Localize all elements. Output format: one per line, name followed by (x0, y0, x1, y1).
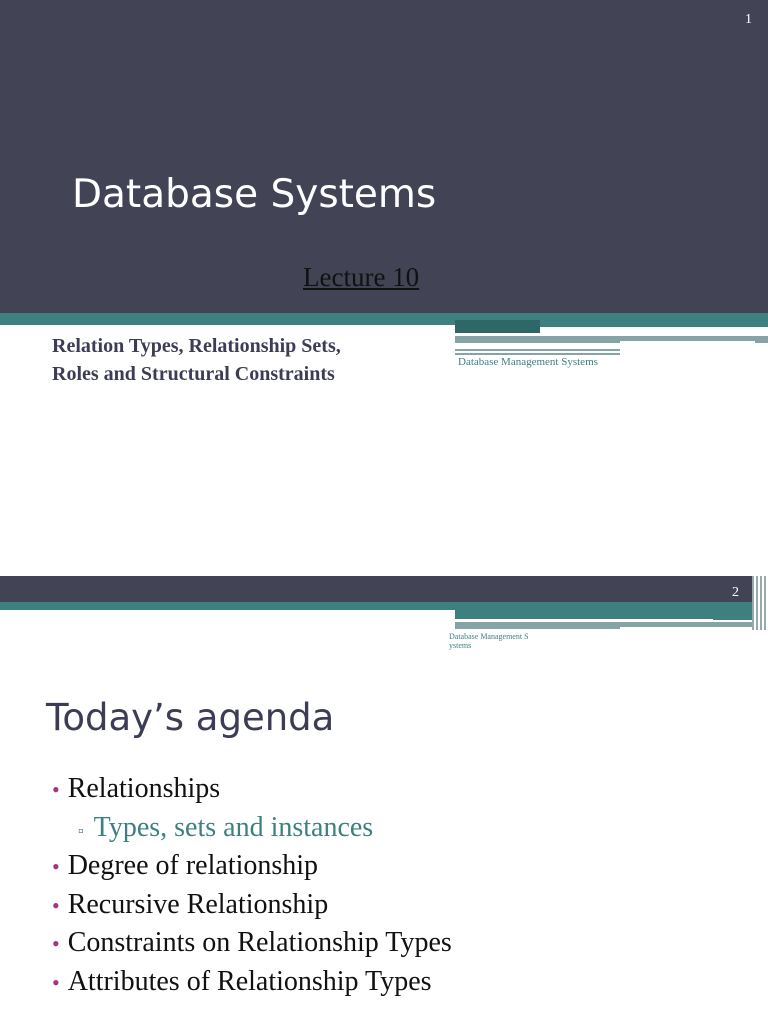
stripe (455, 353, 620, 355)
edge-stripes (752, 576, 768, 630)
stripe (620, 341, 755, 344)
subtitle-line: Roles and Structural Constraints (52, 363, 335, 385)
teal-band-right (538, 313, 768, 327)
footer-line: ystems (449, 641, 472, 650)
bullet-icon: • (52, 854, 60, 879)
bullet-item: • Attributes of Relationship Types (52, 963, 452, 1002)
bullet-text: Attributes of Relationship Types (67, 965, 432, 997)
lecture-label: Lecture 10 (303, 262, 420, 292)
slide-title: Database Systems (72, 172, 437, 217)
subtitle: Relation Types, Relationship Sets, Roles… (52, 332, 341, 388)
agenda-list: • Relationships ▫ Types, sets and instance… (52, 770, 452, 1001)
header-band (0, 576, 768, 602)
stripe (620, 627, 755, 630)
teal-band-left (455, 320, 540, 333)
subtitle-line: Relation Types, Relationship Sets, (52, 335, 341, 357)
bullet-icon: • (52, 892, 60, 918)
bullet-text: Degree of relationship (67, 850, 319, 881)
footer-text: Database Management Systems (458, 356, 598, 368)
bullet-icon: • (52, 777, 60, 802)
bullet-text: Recursive Relationship (67, 888, 329, 920)
bullet-item: • Relationships (52, 770, 452, 809)
slide-number: 2 (732, 585, 739, 600)
bullet-text: Relationships (67, 773, 221, 804)
slide-number: 1 (745, 12, 752, 27)
bullet-icon: • (52, 931, 60, 956)
stripe (455, 349, 620, 351)
bullet-item: • Degree of relationship (52, 847, 452, 886)
sub-bullet-item: ▫ Types, sets and instances (52, 809, 452, 848)
square-bullet-icon: ▫ (78, 822, 84, 840)
bullet-icon: • (52, 969, 60, 995)
bullet-text: Constraints on Relationship Types (67, 927, 452, 958)
bullet-item: • Constraints on Relationship Types (52, 924, 452, 963)
bullet-text: Types, sets and instances (93, 811, 374, 843)
slide-title: Today’s agenda (46, 696, 335, 739)
footer-line: Database Management S (449, 632, 529, 641)
bullet-item: • Recursive Relationship (52, 886, 452, 925)
footer-text: Database Management S ystems (449, 632, 529, 650)
